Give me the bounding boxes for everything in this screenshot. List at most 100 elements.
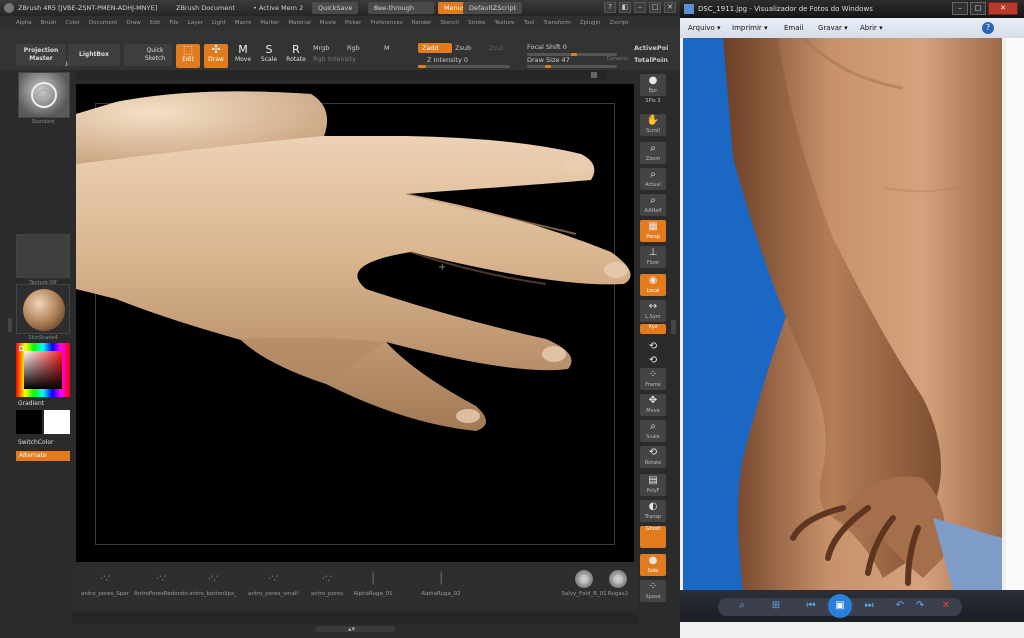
zcut-button[interactable]: Zcut xyxy=(489,44,504,52)
shelf-move-button[interactable]: ✥ Move xyxy=(640,394,666,416)
focal-shift-slider[interactable]: Focal Shift 0 xyxy=(527,43,567,51)
next-icon[interactable]: ⏭ xyxy=(860,599,878,613)
viewer-minimize-button[interactable]: – xyxy=(952,2,968,15)
help-icon[interactable]: ? xyxy=(982,22,994,34)
z-intensity-track[interactable] xyxy=(418,65,510,68)
quick-sketch-button[interactable]: Quick Sketch xyxy=(124,44,172,66)
menu-brush[interactable]: Brush xyxy=(41,20,57,26)
edit-button[interactable]: ⬚ Edit xyxy=(176,44,200,68)
rgb-intensity-slider[interactable]: Rgb Intensity xyxy=(313,55,356,63)
viewer-close-button[interactable]: ✕ xyxy=(988,2,1018,15)
zadd-button[interactable]: Zadd xyxy=(418,43,452,53)
texture-thumbnail[interactable] xyxy=(16,234,70,278)
quicksave-button[interactable]: QuickSave xyxy=(312,2,359,14)
shelf-actual-button[interactable]: ⌕ Actual xyxy=(640,168,666,190)
shelf-aahalf-button[interactable]: ⌕ AAHalf xyxy=(640,194,666,216)
brush-thumbnail[interactable] xyxy=(18,72,70,118)
menu-render[interactable]: Render xyxy=(412,20,432,26)
viewer-maximize-button[interactable]: □ xyxy=(970,2,986,15)
dynamic-toggle[interactable]: Dynamic xyxy=(607,56,629,62)
alpha-item[interactable]: │ AlphaRuga_01 xyxy=(344,566,402,597)
right-tray-handle[interactable] xyxy=(671,320,676,334)
menu-picker[interactable]: Picker xyxy=(345,20,361,26)
zsub-button[interactable]: Zsub xyxy=(455,44,471,52)
zoom-icon[interactable]: ⌕ xyxy=(734,599,750,613)
color-picker[interactable] xyxy=(16,343,70,397)
menu-zplugin[interactable]: Zplugin xyxy=(580,20,601,26)
shelf-polyf-button[interactable]: ▤ PolyF xyxy=(640,474,666,496)
rgb-button[interactable]: Rgb xyxy=(347,44,360,52)
shelf-rotate-button[interactable]: ⟲ Rotate xyxy=(640,446,666,468)
mrgb-button[interactable]: Mrgb xyxy=(313,44,329,52)
left-tray-handle[interactable] xyxy=(8,318,12,332)
alpha-item[interactable]: ·∵ antro_pores_Spar xyxy=(76,566,134,597)
menu-document[interactable]: Document xyxy=(89,20,118,26)
secondary-color-swatch[interactable] xyxy=(44,410,70,434)
menu-tool[interactable]: Tool xyxy=(524,20,535,26)
default-zscript-button[interactable]: DefaultZScript xyxy=(463,2,523,14)
minimize-button[interactable]: – xyxy=(634,2,646,13)
alpha-item[interactable]: ·∵ antro_pores_small xyxy=(244,566,302,597)
shelf-solo-button[interactable]: ● Solo xyxy=(640,554,666,576)
lightbox-button[interactable]: LightBox xyxy=(68,44,120,66)
help-button[interactable]: ? xyxy=(604,2,616,13)
rotate-cw-icon[interactable]: ↷ xyxy=(912,599,928,613)
shelf-local-button[interactable]: ◉ Local xyxy=(640,274,666,296)
projection-master-button[interactable]: Projection Master xyxy=(16,44,66,66)
shelf-scroll-button[interactable]: ✋ Scroll xyxy=(640,114,666,136)
draw-size-track[interactable] xyxy=(527,65,617,68)
shelf-frame-button[interactable]: ⁘ Frame xyxy=(640,368,666,390)
material-thumbnail[interactable] xyxy=(16,284,70,334)
shelf-floor-button[interactable]: ⊥ Floor xyxy=(640,246,666,268)
menu-light[interactable]: Light xyxy=(212,20,226,26)
menu-edit[interactable]: Edit xyxy=(150,20,161,26)
move-button[interactable]: M Move xyxy=(232,44,254,68)
rotate-button[interactable]: R Rotate xyxy=(284,44,308,68)
prev-icon[interactable]: ⏮ xyxy=(802,599,820,613)
menu-imprimir[interactable]: Imprimir ▾ xyxy=(732,18,768,38)
tray-collapse-icon[interactable]: ▴▾ xyxy=(348,625,355,633)
m-button[interactable]: M xyxy=(384,44,390,52)
hand-model[interactable]: + xyxy=(76,84,634,562)
alternate-button[interactable]: Alternate xyxy=(16,451,70,461)
scale-button[interactable]: S Scale xyxy=(258,44,280,68)
document-canvas[interactable]: + xyxy=(76,84,634,562)
layout-button[interactable]: ◧ xyxy=(619,2,631,13)
shelf-bpr-button[interactable]: ● Bpr xyxy=(640,74,666,96)
switchcolor-button[interactable]: SwitchColor xyxy=(18,439,54,446)
close-button[interactable]: ✕ xyxy=(664,2,676,13)
shelf-scale-button[interactable]: ⌕ Scale xyxy=(640,420,666,442)
menu-layer[interactable]: Layer xyxy=(188,20,203,26)
menu-stencil[interactable]: Stencil xyxy=(440,20,459,26)
shelf-rot-a-button[interactable]: ⟲ xyxy=(640,340,666,352)
shelf-xyz-button[interactable]: Xyz xyxy=(640,324,666,334)
menu-transform[interactable]: Transform xyxy=(543,20,570,26)
shelf-lsym-button[interactable]: ↔ L.Sym xyxy=(640,300,666,322)
shelf-spix-button[interactable]: SPix 3 xyxy=(640,98,666,108)
shelf-zoom-button[interactable]: ⌕ Zoom xyxy=(640,142,666,164)
draw-size-slider[interactable]: Draw Size 47 xyxy=(527,56,570,64)
main-color-swatch[interactable] xyxy=(16,410,42,434)
menu-zscript[interactable]: Zscript xyxy=(609,20,628,26)
menu-preferences[interactable]: Preferences xyxy=(370,20,402,26)
menu-file[interactable]: File xyxy=(169,20,178,26)
maximize-button[interactable]: □ xyxy=(649,2,661,13)
menu-abrir[interactable]: Abrir ▾ xyxy=(860,18,883,38)
menu-material[interactable]: Material xyxy=(288,20,310,26)
menu-marker[interactable]: Marker xyxy=(260,20,279,26)
menu-macro[interactable]: Macro xyxy=(235,20,252,26)
shelf-ghost-button[interactable]: Ghost xyxy=(640,526,666,548)
rotate-ccw-icon[interactable]: ↶ xyxy=(892,599,908,613)
shelf-transp-button[interactable]: ◐ Transp xyxy=(640,500,666,522)
saturation-square[interactable] xyxy=(24,351,62,389)
menu-arquivo[interactable]: Arquivo ▾ xyxy=(688,18,721,38)
delete-icon[interactable]: ✕ xyxy=(938,599,954,613)
alpha-item[interactable]: ·∵ antro_bottonlips_ xyxy=(184,566,242,597)
menu-movie[interactable]: Movie xyxy=(320,20,336,26)
menu-stroke[interactable]: Stroke xyxy=(468,20,486,26)
shelf-persp-button[interactable]: ▦ Persp xyxy=(640,220,666,242)
shelf-xpose-button[interactable]: ⁘ Xpose xyxy=(640,580,666,602)
shelf-rot-b-button[interactable]: ⟲ xyxy=(640,354,666,366)
alpha-item[interactable]: ◎ Rugas2 xyxy=(604,566,632,597)
menu-draw[interactable]: Draw xyxy=(126,20,140,26)
